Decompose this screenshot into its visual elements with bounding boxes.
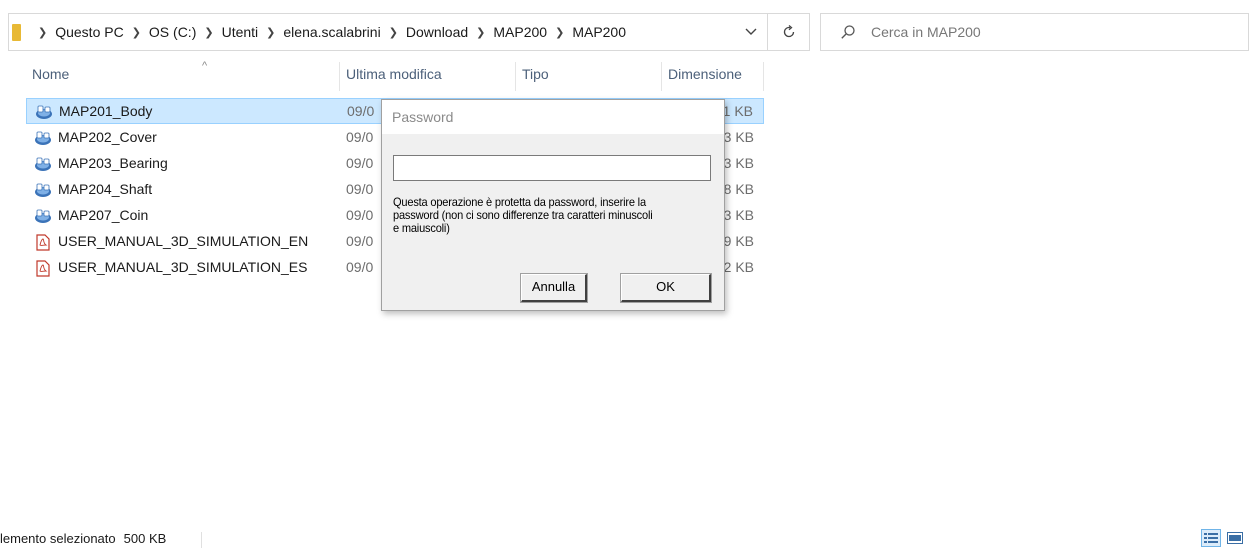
search-input[interactable]: Cerca in MAP200 <box>820 13 1249 51</box>
breadcrumb-drive[interactable]: OS (C:) <box>149 24 196 40</box>
chevron-right-icon[interactable]: ❯ <box>132 26 141 39</box>
file-size: 8 KB <box>723 181 754 197</box>
large-icons-view-icon <box>1227 532 1243 544</box>
file-size: 3 KB <box>723 155 754 171</box>
breadcrumb-questo-pc[interactable]: Questo PC <box>55 24 123 40</box>
column-header-date[interactable]: Ultima modifica <box>340 62 516 91</box>
file-date: 09/0 <box>346 181 374 197</box>
file-name: MAP204_Shaft <box>58 181 153 197</box>
file-size: 3 KB <box>723 129 754 145</box>
column-header-size[interactable]: Dimensione <box>662 62 764 91</box>
column-header-name-label: Nome <box>32 66 70 82</box>
chevron-right-icon[interactable]: ❯ <box>38 26 47 39</box>
refresh-icon <box>783 25 794 38</box>
password-dialog: Password Questa operazione è protetta da… <box>381 99 725 311</box>
chevron-right-icon[interactable]: ❯ <box>476 26 485 39</box>
file-size: 3 KB <box>723 207 754 223</box>
folder-icon <box>12 23 21 41</box>
file-date: 09/0 <box>346 207 374 223</box>
file-date: 09/0 <box>346 233 374 249</box>
breadcrumb-users[interactable]: Utenti <box>222 24 259 40</box>
column-header-name[interactable]: Nome ^ <box>26 60 340 91</box>
file-name: MAP207_Coin <box>58 207 149 223</box>
app-icon <box>34 155 52 173</box>
file-size: 9 KB <box>723 233 754 249</box>
app-icon <box>34 129 52 147</box>
pdf-icon <box>34 233 52 251</box>
status-size: 500 KB <box>123 531 167 546</box>
chevron-down-icon[interactable] <box>741 22 761 42</box>
password-field[interactable] <box>393 155 711 181</box>
column-header-type[interactable]: Tipo <box>516 62 662 91</box>
cancel-button[interactable]: Annulla <box>520 273 588 303</box>
address-bar[interactable]: ❯ Questo PC ❯ OS (C:) ❯ Utenti ❯ elena.s… <box>8 13 768 51</box>
sort-ascending-icon: ^ <box>202 60 208 72</box>
app-icon <box>34 207 52 225</box>
file-date: 09/0 <box>347 103 375 119</box>
file-name: MAP201_Body <box>59 103 153 119</box>
status-selection: lemento selezionato <box>0 531 116 546</box>
search-icon <box>839 23 857 41</box>
file-date: 09/0 <box>346 129 374 145</box>
breadcrumb-map200-current[interactable]: MAP200 <box>572 24 626 40</box>
file-name: MAP203_Bearing <box>58 155 168 171</box>
ok-button[interactable]: OK <box>620 273 712 303</box>
address-row: ❯ Questo PC ❯ OS (C:) ❯ Utenti ❯ elena.s… <box>0 0 1257 60</box>
dialog-title: Password <box>382 100 724 134</box>
app-icon <box>34 181 52 199</box>
file-size: 1 KB <box>722 103 753 119</box>
details-view-icon <box>1204 533 1218 543</box>
details-view-button[interactable] <box>1201 529 1221 547</box>
pdf-icon <box>34 259 52 277</box>
file-name: USER_MANUAL_3D_SIMULATION_EN <box>58 233 309 249</box>
file-date: 09/0 <box>346 259 374 275</box>
status-bar: lemento selezionato 500 KB <box>0 531 166 546</box>
chevron-right-icon[interactable]: ❯ <box>389 26 398 39</box>
app-icon <box>35 103 53 121</box>
search-placeholder: Cerca in MAP200 <box>871 24 981 40</box>
large-icons-view-button[interactable] <box>1225 529 1245 547</box>
file-name: USER_MANUAL_3D_SIMULATION_ES <box>58 259 308 275</box>
status-divider <box>201 532 202 548</box>
chevron-right-icon[interactable]: ❯ <box>266 26 275 39</box>
dialog-message: Questa operazione è protetta da password… <box>393 196 692 235</box>
file-name: MAP202_Cover <box>58 129 157 145</box>
chevron-right-icon[interactable]: ❯ <box>555 26 564 39</box>
refresh-button[interactable] <box>768 13 810 51</box>
chevron-right-icon[interactable]: ❯ <box>204 26 213 39</box>
file-size: 2 KB <box>723 259 754 275</box>
breadcrumb-download[interactable]: Download <box>406 24 468 40</box>
breadcrumb-map200[interactable]: MAP200 <box>493 24 547 40</box>
file-date: 09/0 <box>346 155 374 171</box>
breadcrumb-user[interactable]: elena.scalabrini <box>283 24 380 40</box>
dialog-message-line: e maiuscoli) <box>393 221 450 235</box>
